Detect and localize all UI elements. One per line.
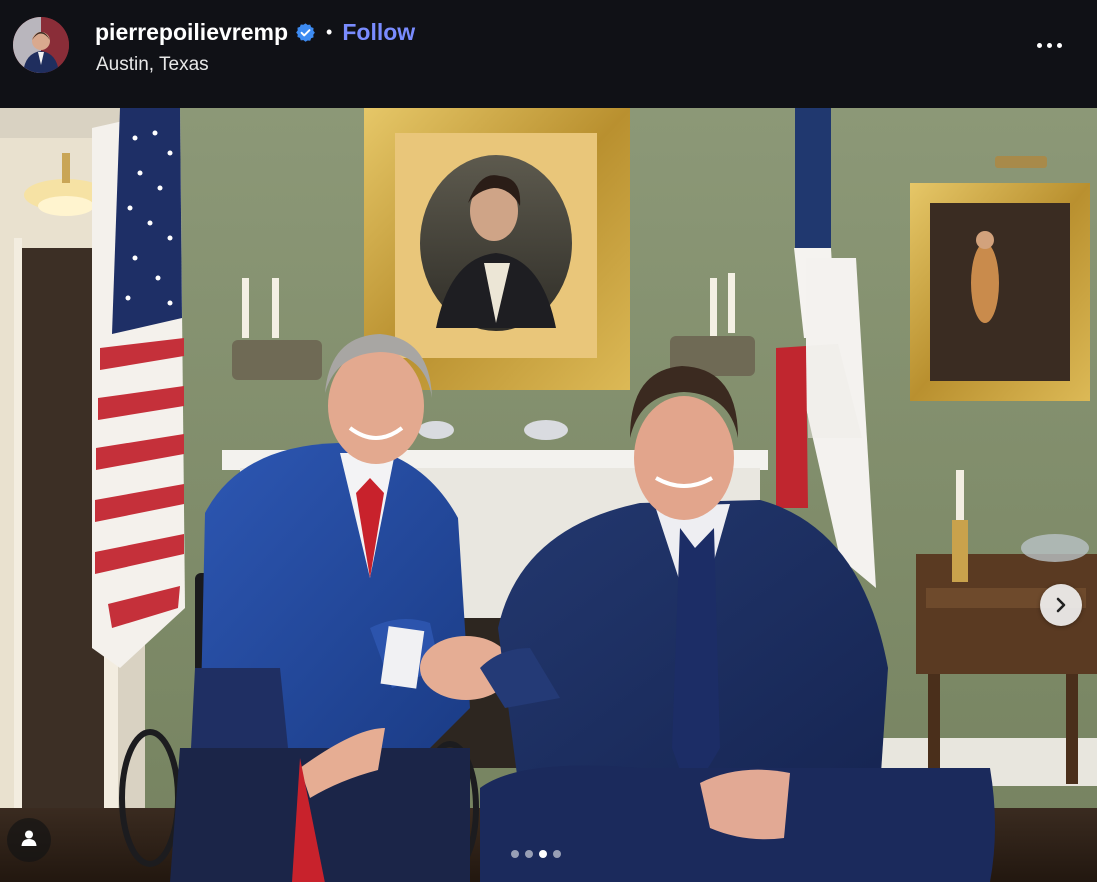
carousel-dot: [525, 850, 533, 858]
follow-button[interactable]: Follow: [342, 19, 415, 46]
header-user-row: pierrepoilievremp • Follow: [95, 17, 415, 47]
next-slide-button[interactable]: [1040, 584, 1082, 626]
post-header: pierrepoilievremp • Follow Austin, Texas: [0, 0, 1097, 108]
location-link[interactable]: Austin, Texas: [96, 54, 209, 76]
post-photo[interactable]: [0, 108, 1097, 882]
verified-badge-icon: [295, 22, 316, 43]
username-link[interactable]: pierrepoilievremp: [95, 19, 288, 46]
carousel-dot: [511, 850, 519, 858]
user-tag-icon: [19, 828, 39, 853]
carousel-indicator: [511, 850, 561, 858]
instagram-post: pierrepoilievremp • Follow Austin, Texas: [0, 0, 1097, 882]
separator-dot: •: [326, 21, 333, 42]
carousel-dot: [539, 850, 547, 858]
more-options-icon[interactable]: [1029, 30, 1069, 60]
carousel-dot: [553, 850, 561, 858]
user-tag-button[interactable]: [7, 818, 51, 862]
profile-avatar[interactable]: [13, 17, 69, 73]
chevron-right-icon: [1053, 597, 1069, 613]
